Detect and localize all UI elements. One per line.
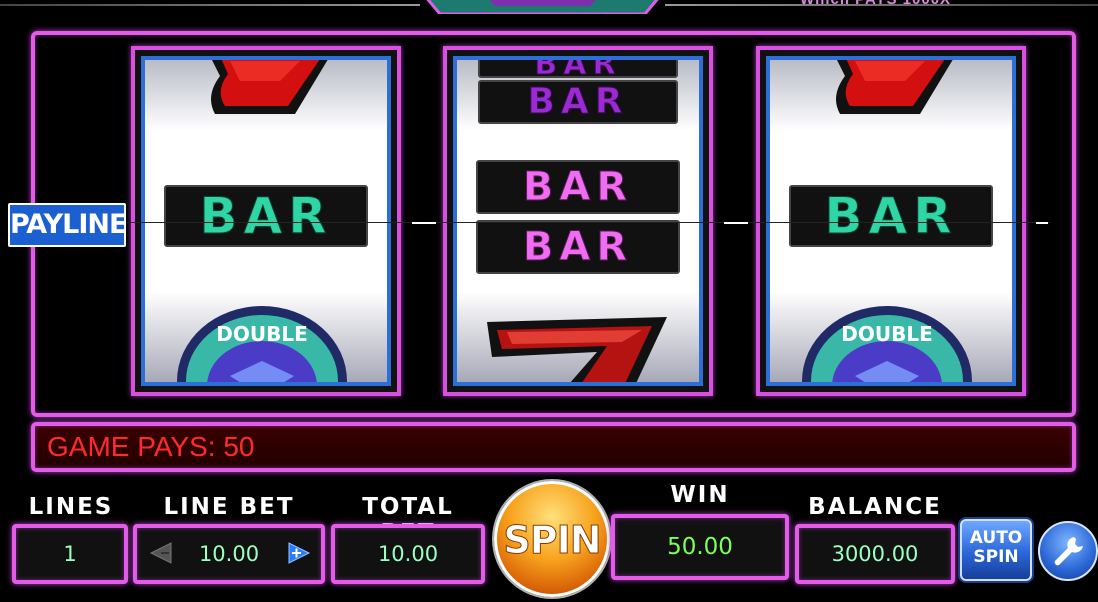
top-caption: Which PAYS 1000X xyxy=(800,0,951,8)
wrench-icon xyxy=(1054,537,1083,566)
line-bet-value: 10.00 xyxy=(198,542,260,566)
auto-spin-label-line2: SPIN xyxy=(973,547,1019,567)
seven-symbol-icon xyxy=(487,317,667,382)
auto-spin-label: AUTO SPIN xyxy=(962,529,1030,567)
balance-value: 3000.00 xyxy=(831,542,919,566)
minus-arrow-icon[interactable] xyxy=(149,541,173,565)
top-divider-left xyxy=(0,4,420,6)
spin-button[interactable]: SPIN xyxy=(494,481,610,597)
lines-label: LINES xyxy=(28,494,114,520)
reel-2-bar-symbol-4: BAR xyxy=(476,220,680,274)
reel-2: BAR BAR BAR BAR xyxy=(443,46,713,396)
double-text: DOUBLE xyxy=(216,322,308,346)
balance-field: 3000.00 xyxy=(795,524,955,584)
auto-spin-label-line1: AUTO xyxy=(969,528,1023,548)
lines-value: 1 xyxy=(63,542,77,566)
payline-dash xyxy=(1036,222,1048,224)
double-diamond-symbol: DOUBLE xyxy=(177,306,347,382)
payline-dash xyxy=(412,222,436,224)
seven-symbol-icon xyxy=(211,60,328,114)
reel-1: BAR DOUBLE xyxy=(131,46,401,396)
spin-label: SPIN xyxy=(503,518,602,563)
reel-3-bar-symbol: BAR xyxy=(789,185,993,247)
reel-1-bar-symbol: BAR xyxy=(164,185,368,247)
payline-label: PAYLINE xyxy=(8,203,127,247)
balance-label: BALANCE xyxy=(808,494,942,520)
total-bet-field: 10.00 xyxy=(331,524,485,584)
payline-line xyxy=(124,222,1050,223)
plus-arrow-icon[interactable] xyxy=(287,541,311,565)
double-text: DOUBLE xyxy=(841,322,933,346)
seven-symbol-icon xyxy=(836,60,953,114)
top-emblem-icon xyxy=(426,0,659,14)
payline-dash xyxy=(724,222,748,224)
settings-button[interactable] xyxy=(1038,521,1098,581)
line-bet-label: LINE BET xyxy=(163,494,295,520)
reel-2-bar-symbol-1: BAR xyxy=(478,60,678,78)
reel-2-window: BAR BAR BAR BAR xyxy=(453,56,703,386)
win-field: 50.00 xyxy=(611,514,789,580)
reel-2-bar-symbol-2: BAR xyxy=(478,80,678,124)
double-diamond-symbol: DOUBLE xyxy=(802,306,972,382)
win-value: 50.00 xyxy=(667,534,733,560)
reel-3-window: BAR DOUBLE xyxy=(766,56,1016,386)
message-bar: GAME PAYS: 50 xyxy=(31,422,1076,472)
reel-1-window: BAR DOUBLE xyxy=(141,56,391,386)
game-pays-message: GAME PAYS: 50 xyxy=(47,431,255,462)
reel-3: BAR DOUBLE xyxy=(756,46,1026,396)
top-strip: Which PAYS 1000X xyxy=(0,0,1098,20)
win-label: WIN xyxy=(670,482,730,508)
lines-field[interactable]: 1 xyxy=(12,524,128,584)
auto-spin-button[interactable]: AUTO SPIN xyxy=(960,519,1032,581)
reel-2-bar-symbol-3: BAR xyxy=(476,160,680,214)
total-bet-value: 10.00 xyxy=(377,542,439,566)
line-bet-field: 10.00 xyxy=(133,524,325,584)
